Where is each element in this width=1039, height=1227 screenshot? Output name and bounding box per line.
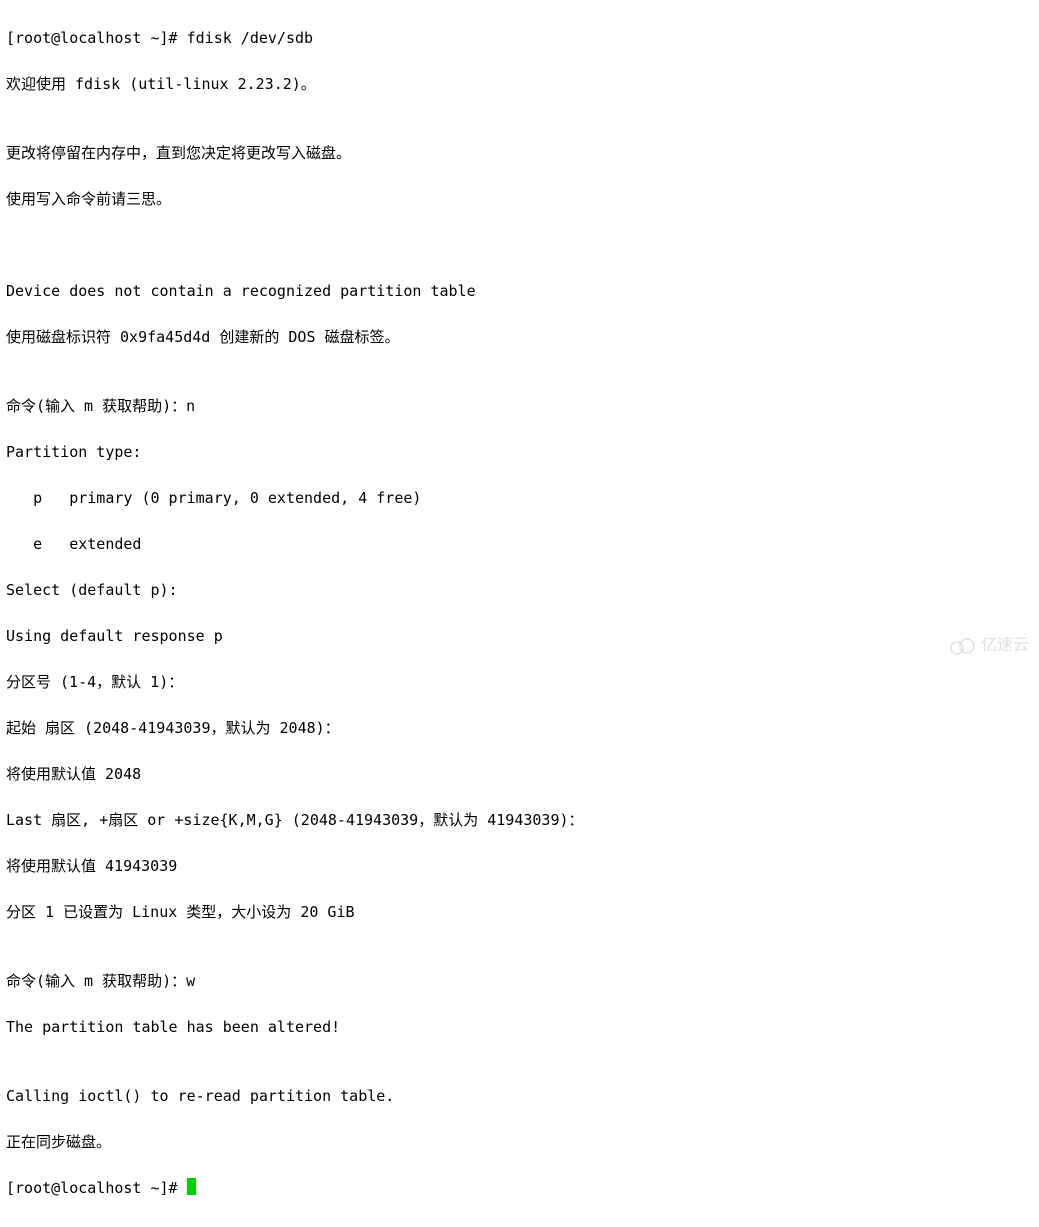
prompt-text: [root@localhost ~]#	[6, 1179, 187, 1197]
terminal-line: 命令(输入 m 获取帮助)：w	[6, 970, 1033, 993]
terminal-line: Using default response p	[6, 625, 1033, 648]
watermark-text: 亿速云	[981, 634, 1029, 657]
prompt-line[interactable]: [root@localhost ~]#	[6, 1177, 1033, 1200]
watermark: 亿速云	[947, 634, 1029, 657]
cursor-icon	[187, 1178, 196, 1195]
cloud-icon	[947, 636, 977, 656]
terminal-line: 使用磁盘标识符 0x9fa45d4d 创建新的 DOS 磁盘标签。	[6, 326, 1033, 349]
terminal-line: 分区号 (1-4，默认 1)：	[6, 671, 1033, 694]
terminal-line: 分区 1 已设置为 Linux 类型，大小设为 20 GiB	[6, 901, 1033, 924]
terminal-line: Last 扇区, +扇区 or +size{K,M,G} (2048-41943…	[6, 809, 1033, 832]
terminal-line: 将使用默认值 41943039	[6, 855, 1033, 878]
terminal-line: 更改将停留在内存中，直到您决定将更改写入磁盘。	[6, 142, 1033, 165]
terminal-line: Partition type:	[6, 441, 1033, 464]
terminal-line: p primary (0 primary, 0 extended, 4 free…	[6, 487, 1033, 510]
terminal-output[interactable]: [root@localhost ~]# fdisk /dev/sdb 欢迎使用 …	[0, 0, 1039, 1227]
terminal-line: 起始 扇区 (2048-41943039，默认为 2048)：	[6, 717, 1033, 740]
terminal-line: Device does not contain a recognized par…	[6, 280, 1033, 303]
terminal-line: 将使用默认值 2048	[6, 763, 1033, 786]
terminal-line: Calling ioctl() to re-read partition tab…	[6, 1085, 1033, 1108]
terminal-line: 使用写入命令前请三思。	[6, 188, 1033, 211]
terminal-line: 命令(输入 m 获取帮助)：n	[6, 395, 1033, 418]
terminal-line: 正在同步磁盘。	[6, 1131, 1033, 1154]
terminal-line: Select (default p):	[6, 579, 1033, 602]
terminal-line: e extended	[6, 533, 1033, 556]
terminal-line: 欢迎使用 fdisk (util-linux 2.23.2)。	[6, 73, 1033, 96]
terminal-line: The partition table has been altered!	[6, 1016, 1033, 1039]
terminal-line: [root@localhost ~]# fdisk /dev/sdb	[6, 27, 1033, 50]
